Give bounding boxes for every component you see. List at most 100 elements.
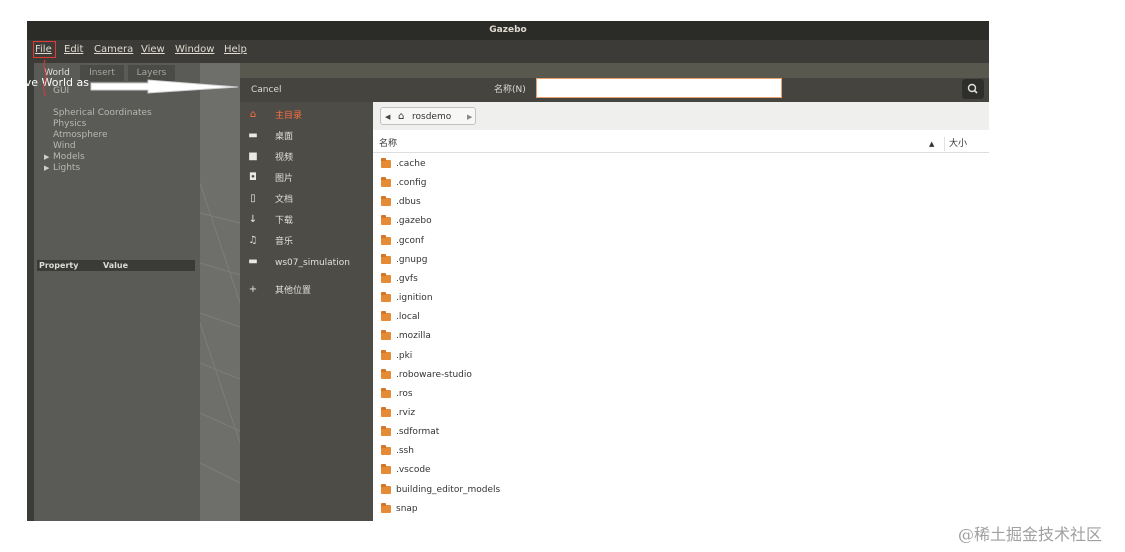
sort-ascending-icon[interactable]: ▲: [929, 137, 934, 151]
file-name: .config: [396, 178, 427, 189]
place-item[interactable]: ▬ ws07_simulation: [240, 254, 373, 274]
file-row[interactable]: .gconf: [373, 232, 989, 251]
place-item[interactable]: ♫ 音乐: [240, 233, 373, 253]
place-label: ws07_simulation: [275, 258, 350, 268]
place-item[interactable]: ↓ 下载: [240, 212, 373, 232]
place-item[interactable]: ■ 视频: [240, 149, 373, 169]
left-panel: World Insert Layers GUI Spherical Coordi…: [34, 63, 200, 521]
filename-input[interactable]: [536, 78, 782, 98]
file-row[interactable]: .dbus: [373, 193, 989, 212]
file-name: .ignition: [396, 293, 433, 304]
place-item[interactable]: ▯ 文档: [240, 191, 373, 211]
file-row[interactable]: .config: [373, 174, 989, 193]
file-name: .vscode: [396, 465, 431, 476]
place-label: 音乐: [275, 237, 294, 247]
file-row[interactable]: .sdformat: [373, 423, 989, 442]
tree-item-atmosphere[interactable]: Atmosphere: [53, 130, 107, 141]
place-item[interactable]: ◘ 图片: [240, 170, 373, 190]
folder-icon: [381, 464, 391, 475]
search-icon: [967, 83, 978, 94]
tree-item-lights[interactable]: Lights: [53, 163, 80, 174]
search-button[interactable]: [962, 79, 984, 99]
tree-item-wind[interactable]: Wind: [53, 141, 76, 152]
file-row[interactable]: .ros: [373, 385, 989, 404]
watermark: @稀土掘金技术社区: [958, 525, 1103, 544]
places-sidebar: ⌂ 主目录 ▬ 桌面 ■ 视频 ◘ 图片 ▯ 文档 ↓ 下载 ♫ 音乐 ▬ ws07_simulation + 其…: [240, 102, 373, 521]
path-back-icon[interactable]: ◀: [385, 110, 390, 124]
folder-icon: [381, 253, 391, 264]
music-icon: ♫: [248, 235, 258, 246]
expand-models-icon[interactable]: ▶: [44, 152, 49, 163]
place-label: 下载: [275, 216, 294, 226]
folder-icon: [381, 158, 391, 168]
annotation-connector-icon: [43, 59, 47, 97]
file-name: .cache: [396, 159, 426, 169]
expand-lights-icon[interactable]: ▶: [44, 163, 49, 174]
tree-item-spherical-coordinates[interactable]: Spherical Coordinates: [53, 108, 152, 119]
file-row[interactable]: .vscode: [373, 461, 989, 480]
place-item[interactable]: ▬ 桌面: [240, 128, 373, 148]
download-icon: ↓: [248, 214, 258, 225]
folder-icon: [381, 406, 391, 417]
menu-edit[interactable]: Edit: [64, 43, 83, 57]
breadcrumb: ◀ ⌂ rosdemo ▶: [380, 107, 476, 125]
file-row[interactable]: .cache: [373, 155, 989, 174]
menu-window[interactable]: Window: [175, 43, 214, 57]
folder-icon: [381, 368, 391, 379]
place-label: 主目录: [275, 111, 303, 121]
folder-icon: [381, 445, 391, 456]
tree-item-models[interactable]: Models: [53, 152, 85, 163]
folder-icon: [381, 177, 391, 188]
folder-icon: ▬: [248, 256, 258, 267]
file-name: .gvfs: [396, 273, 418, 284]
file-row[interactable]: .ssh: [373, 442, 989, 461]
folder-icon: [381, 311, 391, 322]
place-label: 文档: [275, 195, 294, 205]
breadcrumb-current[interactable]: rosdemo: [412, 110, 451, 124]
file-row[interactable]: .gazebo: [373, 212, 989, 231]
file-row[interactable]: .rviz: [373, 404, 989, 423]
folder-icon: [381, 234, 391, 245]
file-row[interactable]: .ignition: [373, 289, 989, 308]
cancel-button[interactable]: Cancel: [251, 83, 282, 97]
file-row[interactable]: .mozilla: [373, 327, 989, 346]
folder-icon: [381, 330, 391, 341]
menu-camera[interactable]: Camera: [94, 43, 133, 57]
file-row[interactable]: .roboware-studio: [373, 366, 989, 385]
file-row[interactable]: .gnupg: [373, 251, 989, 270]
file-name: .gnupg: [396, 254, 428, 265]
viewport-grid: [200, 182, 240, 484]
property-column-label: Property: [39, 261, 79, 270]
gazebo-window: Gazebo File Edit Camera View Window Help…: [27, 21, 989, 521]
path-forward-icon[interactable]: ▶: [467, 110, 472, 124]
menu-bar: File Edit Camera View Window Help: [27, 40, 989, 60]
file-name: .mozilla: [396, 331, 431, 342]
tree-item-physics[interactable]: Physics: [53, 119, 86, 130]
column-name[interactable]: 名称: [379, 137, 397, 151]
file-row[interactable]: .local: [373, 308, 989, 327]
folder-icon: [381, 387, 391, 398]
file-row[interactable]: .pki: [373, 347, 989, 366]
window-title: Gazebo: [27, 21, 989, 40]
path-bar: ◀ ⌂ rosdemo ▶: [373, 102, 989, 130]
property-header: Property Value: [37, 260, 195, 271]
folder-icon: [381, 215, 391, 226]
folder-icon: [381, 483, 391, 494]
folder-icon: [381, 292, 391, 303]
folder-icon: [381, 349, 391, 360]
menu-view[interactable]: View: [141, 43, 165, 57]
save-file-dialog: Cancel 名称(N) ⌂ 主目录 ▬ 桌面 ■ 视频 ◘ 图片 ▯ 文档 ↓ 下载 ♫ 音乐 ▬ ws07…: [240, 78, 989, 521]
menu-help[interactable]: Help: [224, 43, 247, 57]
place-item[interactable]: + 其他位置: [240, 282, 373, 302]
file-name: .ssh: [396, 446, 414, 457]
file-name: .rviz: [396, 407, 416, 418]
file-row[interactable]: .gvfs: [373, 270, 989, 289]
scene-viewport[interactable]: [200, 63, 240, 521]
file-row[interactable]: building_editor_models: [373, 481, 989, 500]
file-row[interactable]: snap: [373, 500, 989, 519]
column-size[interactable]: 大小: [944, 137, 967, 151]
place-item[interactable]: ⌂ 主目录: [240, 107, 373, 127]
folder-icon: ▬: [248, 130, 258, 141]
file-name: building_editor_models: [396, 484, 501, 495]
filename-label: 名称(N): [494, 85, 526, 95]
